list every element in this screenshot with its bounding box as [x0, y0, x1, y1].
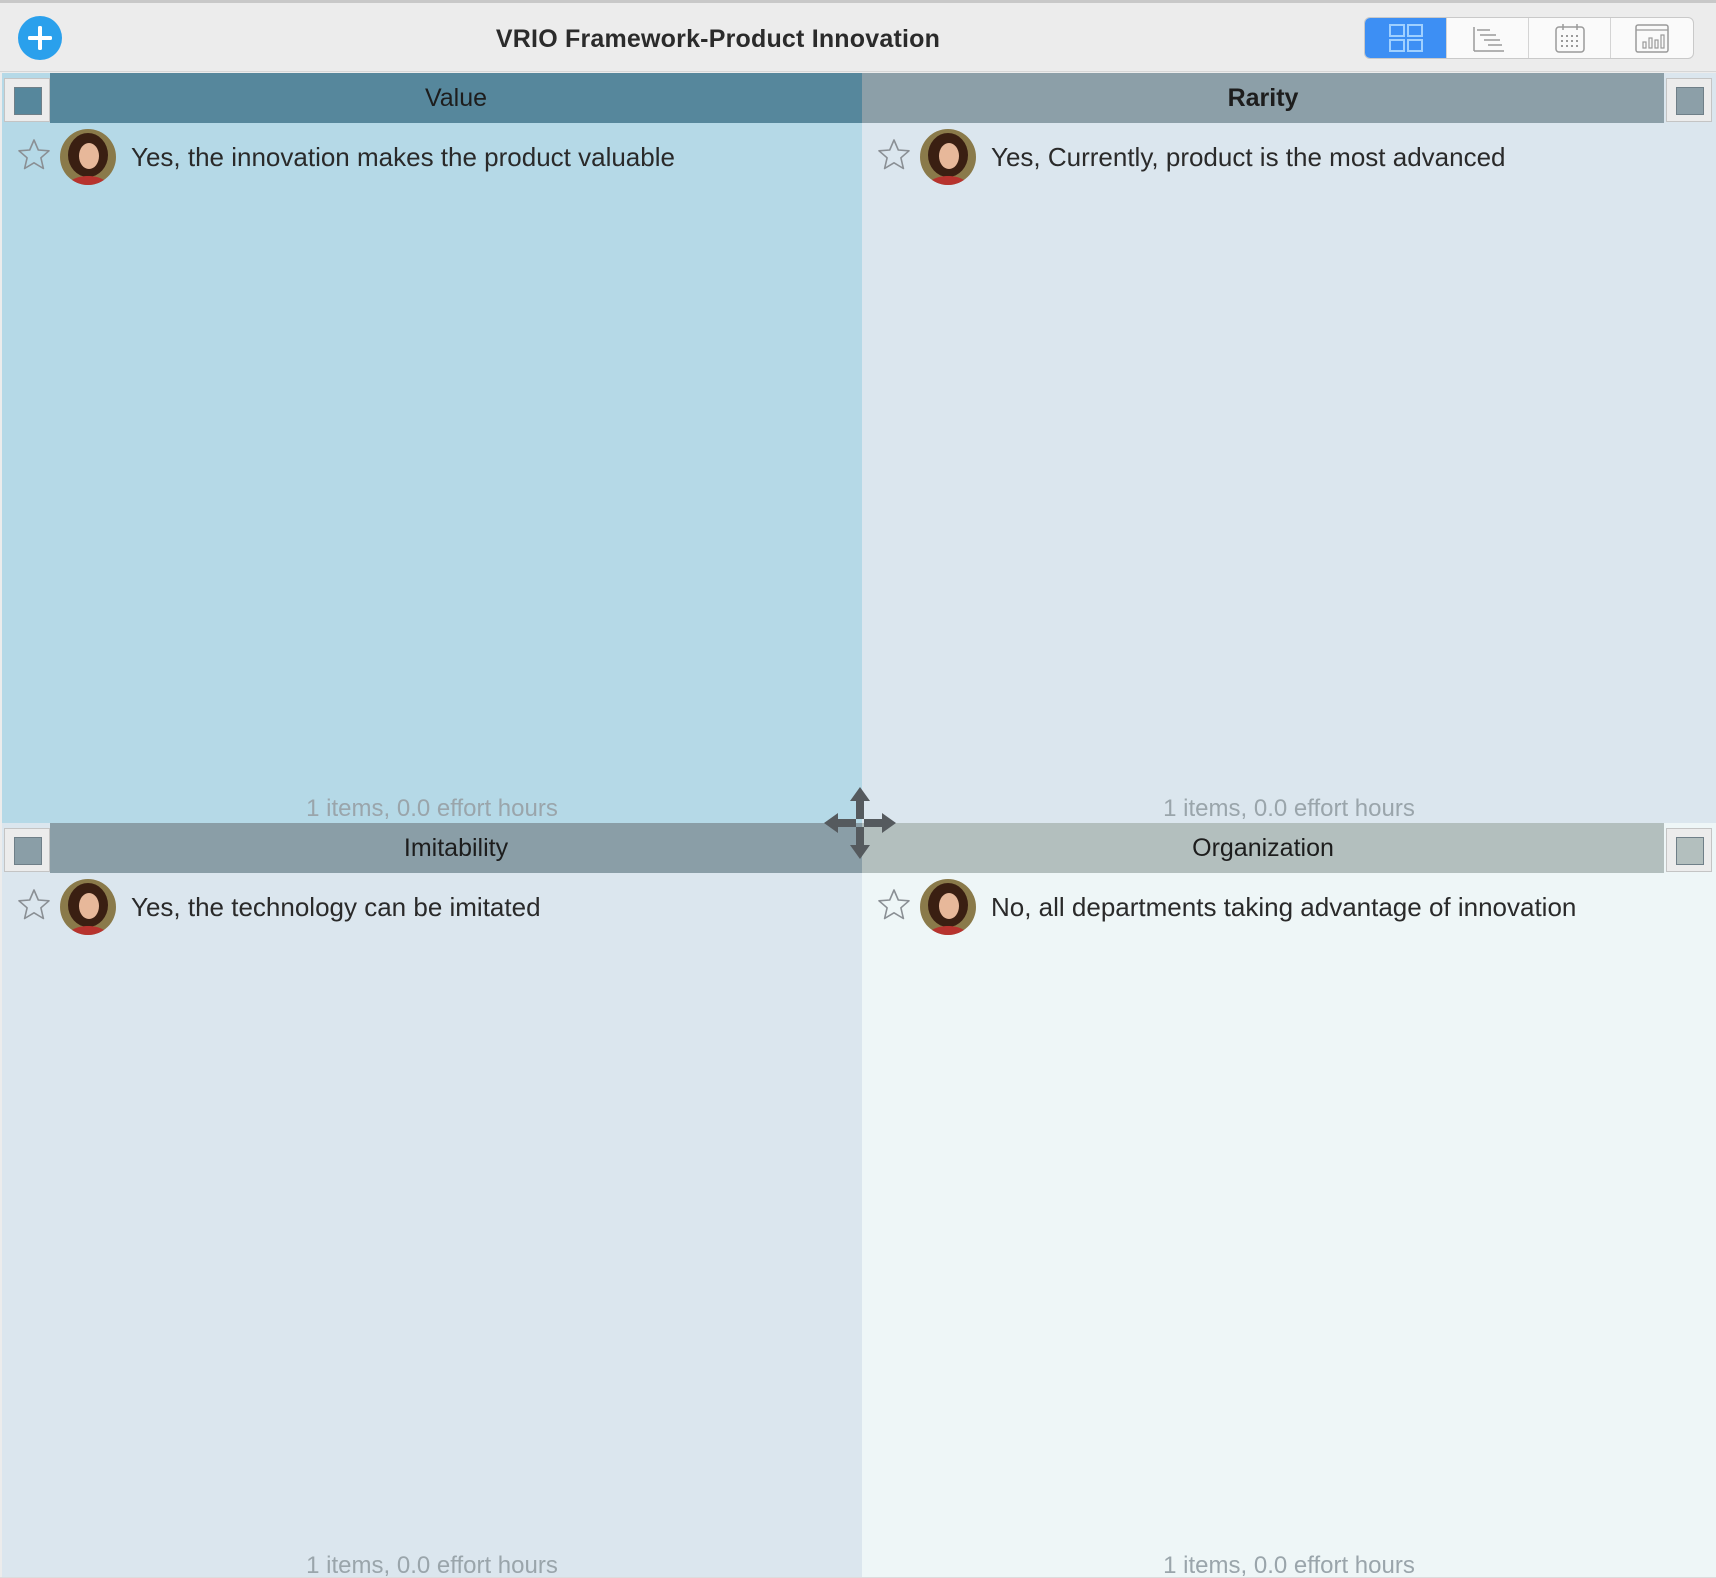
avatar [920, 879, 976, 935]
checkbox-box [14, 87, 42, 115]
item-text: Yes, the technology can be imitated [131, 892, 541, 922]
quadrant-imitability-header[interactable]: Imitability [50, 823, 862, 873]
quadrant-title: Rarity [1227, 84, 1299, 112]
avatar [60, 129, 116, 185]
quadrant-organization[interactable]: Organization No, all departments taking … [862, 823, 1716, 1578]
quadrant-imitability-checkbox[interactable] [4, 828, 50, 872]
quadrant-title: Organization [1192, 834, 1334, 862]
report-view-button[interactable] [1611, 18, 1693, 58]
item-text: Yes, Currently, product is the most adva… [991, 142, 1506, 172]
grid-icon [1388, 24, 1423, 52]
list-item[interactable]: Yes, the technology can be imitated [2, 873, 862, 935]
star-icon[interactable] [876, 137, 912, 173]
item-text: No, all departments taking advantage of … [991, 892, 1577, 922]
checkbox-box [14, 837, 42, 865]
calendar-icon [1554, 24, 1585, 53]
view-switcher [1364, 17, 1694, 59]
quadrant-rarity-header[interactable]: Rarity [862, 73, 1664, 123]
matrix-view-button[interactable] [1365, 18, 1447, 58]
quadrant-title: Imitability [403, 834, 509, 862]
outline-view-button[interactable] [1447, 18, 1529, 58]
quadrant-value[interactable]: Value Yes, the innovation makes the prod… [2, 73, 862, 823]
bar-chart-icon [1635, 24, 1669, 53]
window-title: VRIO Framework-Product Innovation [495, 25, 941, 53]
quadrant-imitability[interactable]: Imitability Yes, the technology can be i… [2, 823, 862, 1578]
quadrant-rarity[interactable]: Rarity Yes, Currently, product is the mo… [862, 73, 1716, 823]
quadrant-summary: 1 items, 0.0 effort hours [306, 795, 558, 822]
quadrant-summary: 1 items, 0.0 effort hours [1163, 795, 1415, 822]
item-text: Yes, the innovation makes the product va… [131, 142, 675, 172]
quadrant-organization-checkbox[interactable] [1666, 828, 1712, 872]
avatar [920, 129, 976, 185]
avatar [60, 879, 116, 935]
calendar-view-button[interactable] [1529, 18, 1611, 58]
title-bar: VRIO Framework-Product Innovation [0, 6, 1716, 72]
quadrant-rarity-checkbox[interactable] [1666, 78, 1712, 122]
gantt-icon [1472, 27, 1504, 52]
quadrant-summary: 1 items, 0.0 effort hours [1163, 1552, 1415, 1578]
app-window: VRIO Framework-Product Innovation Value … [0, 0, 1716, 1578]
star-icon[interactable] [16, 887, 52, 923]
quadrant-value-checkbox[interactable] [4, 78, 50, 122]
quadrant-organization-header[interactable]: Organization [862, 823, 1664, 873]
quadrant-value-header[interactable]: Value [50, 73, 862, 123]
vrio-matrix: Value Yes, the innovation makes the prod… [0, 73, 1716, 1578]
move-arrows-icon[interactable] [822, 785, 898, 861]
list-item[interactable]: Yes, the innovation makes the product va… [2, 123, 862, 185]
checkbox-box [1676, 837, 1704, 865]
checkbox-box [1676, 87, 1704, 115]
star-icon[interactable] [876, 887, 912, 923]
quadrant-summary: 1 items, 0.0 effort hours [306, 1552, 558, 1578]
list-item[interactable]: No, all departments taking advantage of … [862, 873, 1716, 935]
quadrant-title: Value [424, 84, 488, 112]
star-icon[interactable] [16, 137, 52, 173]
list-item[interactable]: Yes, Currently, product is the most adva… [862, 123, 1716, 185]
